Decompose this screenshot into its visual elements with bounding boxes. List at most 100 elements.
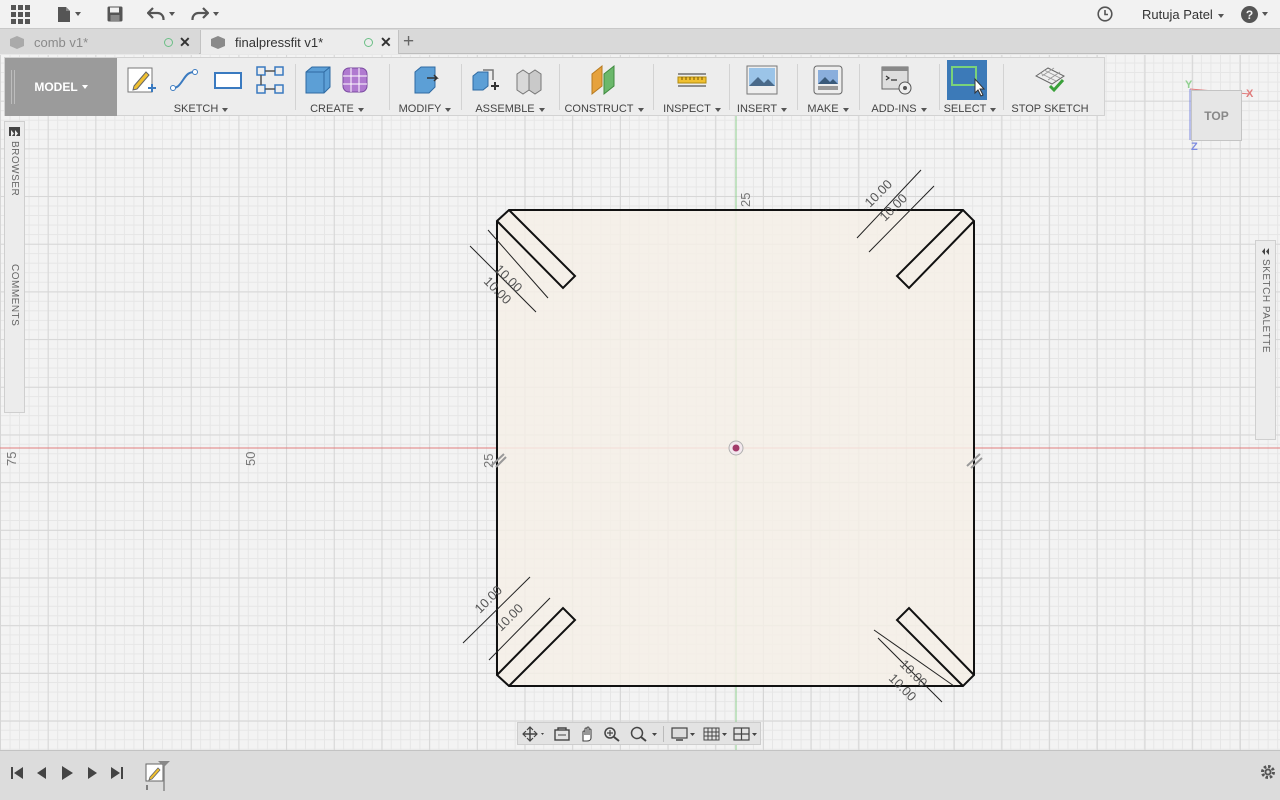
go-to-end-icon[interactable] bbox=[108, 764, 126, 782]
axis-x-label: X bbox=[1246, 88, 1254, 100]
assemble-label: ASSEMBLE bbox=[475, 103, 535, 115]
axis-number: 50 bbox=[243, 452, 258, 466]
display-settings-icon[interactable] bbox=[671, 726, 697, 742]
undo-button[interactable] bbox=[144, 3, 178, 25]
tab-label: finalpressfit v1* bbox=[235, 34, 324, 50]
app-bar: Rutuja Patel ? bbox=[0, 0, 1280, 29]
press-pull-icon[interactable] bbox=[409, 64, 441, 96]
help-icon: ? bbox=[1240, 5, 1258, 23]
origin-dot bbox=[732, 444, 740, 452]
grip-handle bbox=[11, 70, 15, 104]
make-label: MAKE bbox=[807, 103, 839, 115]
collapse-icon[interactable] bbox=[1260, 245, 1271, 255]
select-tool-active[interactable] bbox=[947, 60, 987, 100]
insert-group: INSERT bbox=[733, 58, 791, 116]
gear-icon[interactable] bbox=[1259, 763, 1277, 781]
joint-icon[interactable] bbox=[513, 64, 545, 96]
sketch-canvas[interactable]: 10.00 10.00 10.00 10.00 10.00 10.00 10.0… bbox=[0, 55, 1280, 750]
save-icon[interactable] bbox=[104, 3, 126, 25]
step-forward-icon[interactable] bbox=[83, 764, 101, 782]
status-icon bbox=[164, 38, 173, 47]
workspace-switcher[interactable]: MODEL bbox=[5, 58, 117, 116]
help-button[interactable]: ? bbox=[1238, 3, 1270, 25]
timeline-bar bbox=[0, 750, 1280, 800]
insert-image-icon[interactable] bbox=[746, 64, 778, 96]
redo-button[interactable] bbox=[188, 3, 222, 25]
close-icon[interactable]: ✕ bbox=[179, 35, 191, 49]
stop-sketch-button[interactable]: STOP SKETCH bbox=[1007, 103, 1093, 115]
create-label: CREATE bbox=[310, 103, 354, 115]
select-menu[interactable]: SELECT bbox=[941, 103, 999, 115]
tab-label: comb v1* bbox=[34, 34, 89, 50]
line-icon[interactable] bbox=[169, 64, 201, 96]
clock-icon[interactable] bbox=[1094, 3, 1116, 25]
go-to-start-icon[interactable] bbox=[8, 764, 26, 782]
expand-icon[interactable] bbox=[9, 127, 20, 137]
pan-hand-icon[interactable] bbox=[578, 726, 596, 742]
stop-sketch-icon[interactable] bbox=[1034, 64, 1066, 96]
inspect-group: INSPECT bbox=[659, 58, 725, 116]
form-icon[interactable] bbox=[339, 64, 371, 96]
timeline-sketch-feature-icon[interactable] bbox=[144, 759, 172, 793]
rectangle-icon[interactable] bbox=[212, 64, 244, 96]
construct-menu[interactable]: CONSTRUCT bbox=[563, 103, 645, 115]
document-tab-strip: comb v1* ✕ finalpressfit v1* ✕ + bbox=[0, 29, 1280, 54]
tab-finalpressfit[interactable]: finalpressfit v1* ✕ bbox=[200, 30, 399, 54]
axis-number: 75 bbox=[4, 452, 19, 466]
insert-menu[interactable]: INSERT bbox=[733, 103, 791, 115]
view-cube[interactable]: TOP bbox=[1191, 90, 1242, 141]
construct-group: CONSTRUCT bbox=[563, 58, 645, 116]
apps-grid-icon[interactable] bbox=[8, 3, 32, 25]
sketch-palette-label: SKETCH PALETTE bbox=[1260, 259, 1271, 354]
create-sketch-icon[interactable] bbox=[126, 64, 158, 96]
inspect-label: INSPECT bbox=[663, 103, 711, 115]
sketch-menu[interactable]: SKETCH bbox=[121, 103, 281, 115]
stop-sketch-label: STOP SKETCH bbox=[1011, 103, 1089, 115]
redo-icon bbox=[191, 7, 209, 20]
tab-comb[interactable]: comb v1* ✕ bbox=[0, 30, 199, 54]
file-menu-button[interactable] bbox=[54, 3, 84, 25]
undo-icon bbox=[147, 7, 165, 20]
offset-plane-icon[interactable] bbox=[588, 64, 620, 96]
ribbon-toolbar: MODEL SKETCH CREATE MODIFY ASSEMBLE CONS… bbox=[4, 57, 1105, 116]
browser-panel[interactable]: BROWSER COMMENTS bbox=[4, 121, 25, 413]
status-icon bbox=[364, 38, 373, 47]
inspect-menu[interactable]: INSPECT bbox=[659, 103, 725, 115]
sketch-palette-panel[interactable]: SKETCH PALETTE bbox=[1255, 240, 1276, 440]
zoom-icon[interactable] bbox=[603, 726, 621, 742]
modify-menu[interactable]: MODIFY bbox=[393, 103, 457, 115]
addins-group: ADD-INS bbox=[863, 58, 935, 116]
svg-text:?: ? bbox=[1245, 8, 1252, 22]
orbit-icon[interactable] bbox=[522, 726, 546, 742]
new-tab-icon[interactable]: + bbox=[403, 32, 414, 51]
addins-label: ADD-INS bbox=[871, 103, 917, 115]
step-back-icon[interactable] bbox=[33, 764, 51, 782]
select-label: SELECT bbox=[943, 103, 987, 115]
assemble-menu[interactable]: ASSEMBLE bbox=[465, 103, 555, 115]
extrude-icon[interactable] bbox=[302, 64, 334, 96]
make-menu[interactable]: MAKE bbox=[801, 103, 855, 115]
navigation-bar bbox=[517, 722, 761, 745]
addins-menu[interactable]: ADD-INS bbox=[863, 103, 935, 115]
stop-sketch-group: STOP SKETCH bbox=[1007, 58, 1093, 116]
zoom-window-icon[interactable] bbox=[629, 726, 659, 742]
view-cube-face: TOP bbox=[1204, 108, 1229, 123]
file-icon bbox=[58, 6, 70, 22]
axis-number: 25 bbox=[481, 454, 496, 468]
user-menu[interactable]: Rutuja Patel bbox=[1142, 7, 1224, 22]
scripts-icon[interactable] bbox=[881, 64, 913, 96]
create-menu[interactable]: CREATE bbox=[299, 103, 375, 115]
measure-icon[interactable] bbox=[676, 64, 708, 96]
play-icon[interactable] bbox=[58, 764, 76, 782]
3d-print-icon[interactable] bbox=[812, 64, 844, 96]
new-component-icon[interactable] bbox=[469, 64, 501, 96]
grid-settings-icon[interactable] bbox=[703, 726, 729, 742]
sketch-geometry: 10.00 10.00 10.00 10.00 10.00 10.00 10.0… bbox=[0, 116, 1280, 750]
modify-group: MODIFY bbox=[393, 58, 457, 116]
close-icon[interactable]: ✕ bbox=[380, 35, 392, 49]
sketch-dimension-icon[interactable] bbox=[254, 64, 286, 96]
modify-label: MODIFY bbox=[398, 103, 442, 115]
viewports-icon[interactable] bbox=[733, 726, 759, 742]
sketch-label: SKETCH bbox=[173, 103, 219, 115]
look-at-icon[interactable] bbox=[553, 726, 571, 742]
